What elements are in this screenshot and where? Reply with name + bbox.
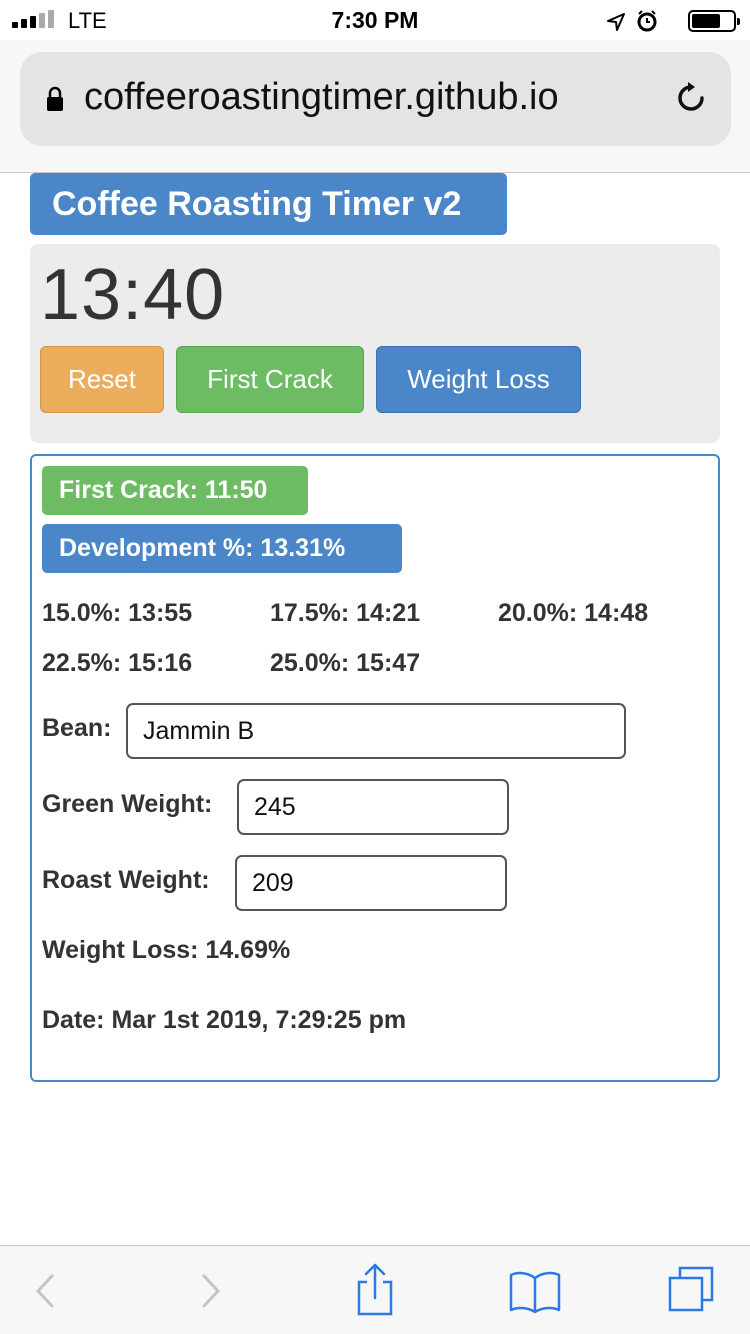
roast-weight-label: Roast Weight:: [42, 866, 210, 894]
alarm-icon: [637, 10, 657, 32]
weight-loss-button[interactable]: Weight Loss: [376, 346, 581, 413]
roast-weight-input[interactable]: 209: [235, 855, 507, 911]
back-icon[interactable]: [14, 1260, 74, 1320]
timer-display: 13:40: [40, 255, 226, 335]
location-icon: [607, 13, 625, 31]
green-weight-input[interactable]: 245: [237, 779, 509, 835]
roast-date: Date: Mar 1st 2019, 7:29:25 pm: [42, 1006, 407, 1034]
app-title: Coffee Roasting Timer v2: [30, 173, 507, 235]
status-bar: LTE 7:30 PM: [0, 0, 750, 40]
bean-input[interactable]: Jammin B: [126, 703, 626, 759]
weight-loss-result: Weight Loss: 14.69%: [42, 936, 291, 964]
green-weight-label: Green Weight:: [42, 790, 213, 818]
bean-label: Bean:: [42, 714, 112, 742]
development-target: 25.0%: 15:47: [270, 649, 421, 677]
address-bar[interactable]: coffeeroastingtimer.github.io: [20, 52, 731, 146]
development-badge: Development %: 13.31%: [42, 524, 402, 573]
timer-panel: 13:40 Reset First Crack Weight Loss: [30, 244, 720, 443]
first-crack-button[interactable]: First Crack: [176, 346, 364, 413]
share-icon[interactable]: [345, 1260, 405, 1320]
reload-icon[interactable]: [673, 80, 709, 116]
development-target: 15.0%: 13:55: [42, 599, 193, 627]
development-target: 20.0%: 14:48: [498, 599, 649, 627]
tabs-icon[interactable]: [664, 1260, 724, 1320]
browser-address-area: coffeeroastingtimer.github.io: [0, 40, 750, 173]
battery-icon: [688, 10, 740, 32]
forward-icon[interactable]: [182, 1260, 242, 1320]
bookmarks-icon[interactable]: [505, 1260, 565, 1320]
results-panel: First Crack: 11:50 Development %: 13.31%…: [30, 454, 720, 1082]
development-target: 22.5%: 15:16: [42, 649, 193, 677]
first-crack-badge: First Crack: 11:50: [42, 466, 308, 515]
reset-button[interactable]: Reset: [40, 346, 164, 413]
development-target: 17.5%: 14:21: [270, 599, 421, 627]
url-text: coffeeroastingtimer.github.io: [84, 76, 559, 118]
browser-toolbar: [0, 1245, 750, 1334]
lock-icon: [47, 86, 63, 111]
